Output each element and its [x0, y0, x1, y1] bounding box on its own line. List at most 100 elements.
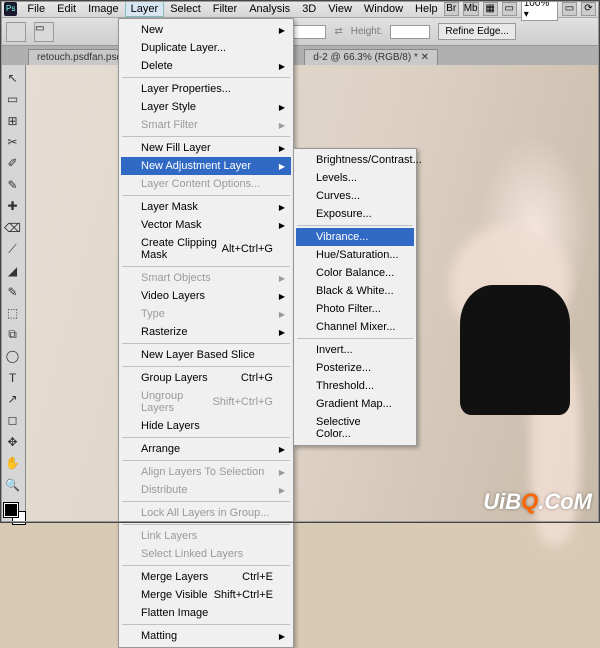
menu-item-video-layers[interactable]: Video Layers ▶ [121, 287, 291, 305]
menu-item-matting[interactable]: Matting▶ [121, 627, 291, 645]
menu-item-channel-mixer[interactable]: Channel Mixer... [296, 318, 414, 336]
menu-item-brightness-contrast[interactable]: Brightness/Contrast... [296, 151, 414, 169]
menu-item-align-layers-to-selection: Align Layers To Selection▶ [121, 463, 291, 481]
tool-3[interactable]: ✂ [2, 132, 24, 151]
menu-item-new-fill-layer[interactable]: New Fill Layer▶ [121, 139, 291, 157]
menu-view[interactable]: View [322, 1, 358, 17]
menu-item-merge-visible[interactable]: Merge VisibleShift+Ctrl+E [121, 586, 291, 604]
menu-item-group-layers[interactable]: Group LayersCtrl+G [121, 369, 291, 387]
menu-item-posterize[interactable]: Posterize... [296, 359, 414, 377]
menu-item-arrange[interactable]: Arrange▶ [121, 440, 291, 458]
menu-item-hue-saturation[interactable]: Hue/Saturation... [296, 246, 414, 264]
menu-item-layer-properties[interactable]: Layer Properties... [121, 80, 291, 98]
menu-window[interactable]: Window [358, 1, 409, 17]
menu-item-rasterize[interactable]: Rasterize▶ [121, 323, 291, 341]
menu-item-delete[interactable]: Delete▶ [121, 57, 291, 75]
tool-2[interactable]: ⊞ [2, 111, 24, 130]
menu-item-hide-layers[interactable]: Hide Layers [121, 417, 291, 435]
menu-item-levels[interactable]: Levels... [296, 169, 414, 187]
menu-item-photo-filter[interactable]: Photo Filter... [296, 300, 414, 318]
marquee-option-icon[interactable]: ▭ [34, 22, 54, 42]
submenu-arrow-icon: ▶ [279, 162, 285, 171]
menu-item-merge-layers[interactable]: Merge LayersCtrl+E [121, 568, 291, 586]
menu-item-vibrance[interactable]: Vibrance... [296, 228, 414, 246]
menu-item-vector-mask[interactable]: Vector Mask▶ [121, 216, 291, 234]
tool-9[interactable]: ◢ [2, 261, 24, 280]
menu-item-label: Layer Mask [141, 201, 198, 213]
menu-item-label: Video Layers [141, 290, 205, 302]
menu-image[interactable]: Image [82, 1, 125, 17]
menu-shortcut: Shift+Ctrl+G [212, 396, 273, 408]
menu-3d[interactable]: 3D [296, 1, 322, 17]
menu-item-threshold[interactable]: Threshold... [296, 377, 414, 395]
tool-13[interactable]: ◯ [2, 346, 24, 365]
height-field[interactable] [390, 25, 430, 39]
tool-6[interactable]: ✚ [2, 197, 24, 216]
tools-panel: ↖ ▭ ⊞ ✂ ✐ ✎ ✚ ⌫ ⟋ ◢ ✎ ⬚ ⧉ ◯ T ↗ ◻ ✥ ✋ 🔍 [0, 65, 26, 523]
menu-item-label: Layer Content Options... [141, 178, 260, 190]
menu-item-label: Group Layers [141, 372, 208, 384]
menu-help[interactable]: Help [409, 1, 444, 17]
tool-4[interactable]: ✐ [2, 154, 24, 173]
menu-select[interactable]: Select [164, 1, 207, 17]
tool-10[interactable]: ✎ [2, 282, 24, 301]
menu-item-label: Create Clipping Mask [141, 237, 222, 261]
menu-file[interactable]: File [21, 1, 51, 17]
menu-item-layer-style[interactable]: Layer Style▶ [121, 98, 291, 116]
menu-filter[interactable]: Filter [207, 1, 243, 17]
menu-item-label: Ungroup Layers [141, 390, 212, 414]
tool-12[interactable]: ⧉ [2, 325, 24, 344]
tool-1[interactable]: ▭ [2, 89, 24, 108]
tool-0[interactable]: ↖ [2, 68, 24, 87]
tool-18[interactable]: ✋ [2, 454, 24, 473]
menu-item-black-white[interactable]: Black & White... [296, 282, 414, 300]
swap-dimensions-icon[interactable]: ⇄ [334, 26, 342, 37]
foreground-color[interactable] [4, 503, 18, 517]
menu-item-new-layer-based-slice[interactable]: New Layer Based Slice [121, 346, 291, 364]
menu-item-create-clipping-mask[interactable]: Create Clipping MaskAlt+Ctrl+G [121, 234, 291, 264]
menu-item-invert[interactable]: Invert... [296, 341, 414, 359]
submenu-arrow-icon: ▶ [279, 221, 285, 230]
view-extras-icon[interactable]: ▦ [483, 2, 498, 16]
tool-7[interactable]: ⌫ [2, 218, 24, 237]
tool-17[interactable]: ✥ [2, 432, 24, 451]
menu-item-label: Layer Style [141, 101, 196, 113]
tab-d2[interactable]: d-2 @ 66.3% (RGB/8) * ✕ [304, 49, 438, 65]
menu-item-label: Smart Objects [141, 272, 211, 284]
menu-layer[interactable]: Layer [125, 1, 165, 17]
menubar: Ps FileEditImageLayerSelectFilterAnalysi… [0, 0, 600, 18]
mini-bridge-icon[interactable]: Mb [463, 2, 479, 16]
menu-item-layer-mask[interactable]: Layer Mask ▶ [121, 198, 291, 216]
menu-item-color-balance[interactable]: Color Balance... [296, 264, 414, 282]
tool-14[interactable]: T [2, 368, 24, 387]
tool-8[interactable]: ⟋ [2, 239, 24, 258]
menu-item-flatten-image[interactable]: Flatten Image [121, 604, 291, 622]
menu-analysis[interactable]: Analysis [243, 1, 296, 17]
bridge-icon[interactable]: Br [444, 2, 459, 16]
tool-15[interactable]: ↗ [2, 389, 24, 408]
menu-edit[interactable]: Edit [51, 1, 82, 17]
cs-live-icon[interactable]: ⟳ [581, 2, 596, 16]
tool-16[interactable]: ◻ [2, 411, 24, 430]
menu-item-exposure[interactable]: Exposure... [296, 205, 414, 223]
menu-item-curves[interactable]: Curves... [296, 187, 414, 205]
zoom-level[interactable]: 100% ▾ [521, 0, 558, 21]
tool-preset-icon[interactable] [6, 22, 26, 42]
menu-item-new[interactable]: New▶ [121, 21, 291, 39]
tool-5[interactable]: ✎ [2, 175, 24, 194]
menu-item-gradient-map[interactable]: Gradient Map... [296, 395, 414, 413]
menu-item-selective-color[interactable]: Selective Color... [296, 413, 414, 443]
submenu-arrow-icon: ▶ [279, 292, 285, 301]
menu-item-label: Smart Filter [141, 119, 198, 131]
screen-mode-icon[interactable]: ▭ [502, 2, 517, 16]
menu-item-new-adjustment-layer[interactable]: New Adjustment Layer▶ [121, 157, 291, 175]
submenu-arrow-icon: ▶ [279, 203, 285, 212]
color-swatch[interactable] [4, 503, 22, 520]
menu-item-duplicate-layer[interactable]: Duplicate Layer... [121, 39, 291, 57]
arrange-docs-icon[interactable]: ▭ [562, 2, 577, 16]
menu-separator [122, 624, 290, 625]
menu-item-label: Hue/Saturation... [316, 249, 399, 261]
refine-edge-button[interactable]: Refine Edge... [438, 23, 515, 40]
tool-19[interactable]: 🔍 [2, 475, 24, 494]
tool-11[interactable]: ⬚ [2, 304, 24, 323]
